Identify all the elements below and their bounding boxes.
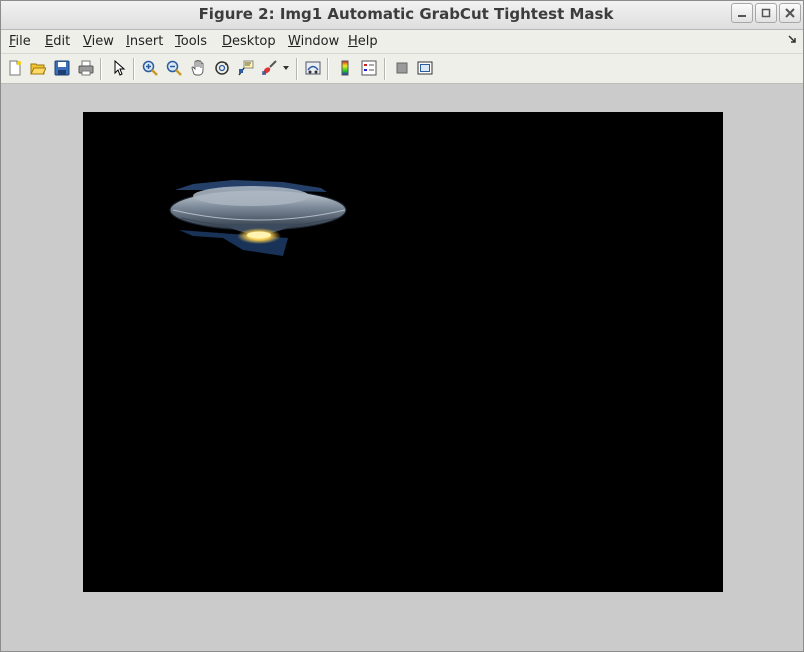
toolbar-separator xyxy=(100,58,101,80)
print-icon[interactable] xyxy=(76,58,96,78)
menu-bar: File Edit View Insert Tools Desktop Wind… xyxy=(1,30,803,54)
menu-edit[interactable]: Edit xyxy=(45,34,70,49)
zoom-in-icon[interactable] xyxy=(140,58,160,78)
menu-help[interactable]: Help xyxy=(348,34,378,49)
colorbar-icon[interactable] xyxy=(335,58,355,78)
toolbar-separator xyxy=(384,58,385,80)
brush-dropdown-icon[interactable] xyxy=(280,58,292,78)
title-bar[interactable]: Figure 2: Img1 Automatic GrabCut Tightes… xyxy=(1,1,803,30)
dock-arrow-icon[interactable] xyxy=(788,35,797,47)
save-icon[interactable] xyxy=(52,58,72,78)
minimize-icon[interactable] xyxy=(731,3,753,23)
pan-hand-icon[interactable] xyxy=(188,58,208,78)
legend-icon[interactable] xyxy=(359,58,379,78)
data-cursor-icon[interactable] xyxy=(236,58,256,78)
toolbar-separator xyxy=(133,58,134,80)
figure-window: Figure 2: Img1 Automatic GrabCut Tightes… xyxy=(0,0,804,652)
maximize-icon[interactable] xyxy=(755,3,777,23)
zoom-out-icon[interactable] xyxy=(164,58,184,78)
window-title: Figure 2: Img1 Automatic GrabCut Tightes… xyxy=(198,5,614,23)
edit-plot-arrow-icon[interactable] xyxy=(109,58,129,78)
link-plot-icon[interactable] xyxy=(303,58,323,78)
black-background xyxy=(83,112,723,592)
rotate-3d-icon[interactable] xyxy=(212,58,232,78)
new-figure-icon[interactable] xyxy=(5,58,25,78)
close-icon[interactable] xyxy=(779,3,801,23)
toolbar-separator xyxy=(296,58,297,80)
menu-view[interactable]: View xyxy=(83,34,114,49)
menu-window[interactable]: Window xyxy=(288,34,339,49)
figure-toolbar xyxy=(1,54,803,84)
menu-tools[interactable]: Tools xyxy=(175,34,207,49)
open-file-icon[interactable] xyxy=(28,58,48,78)
window-controls xyxy=(731,3,801,23)
hide-plot-tools-icon[interactable] xyxy=(392,58,412,78)
menu-insert[interactable]: Insert xyxy=(126,34,163,49)
segmented-image xyxy=(83,112,723,592)
menu-file[interactable]: File xyxy=(9,34,31,49)
toolbar-separator xyxy=(327,58,328,80)
show-plot-tools-icon[interactable] xyxy=(415,58,435,78)
image-axes[interactable] xyxy=(83,112,723,592)
brush-icon[interactable] xyxy=(259,58,279,78)
menu-desktop[interactable]: Desktop xyxy=(222,34,276,49)
